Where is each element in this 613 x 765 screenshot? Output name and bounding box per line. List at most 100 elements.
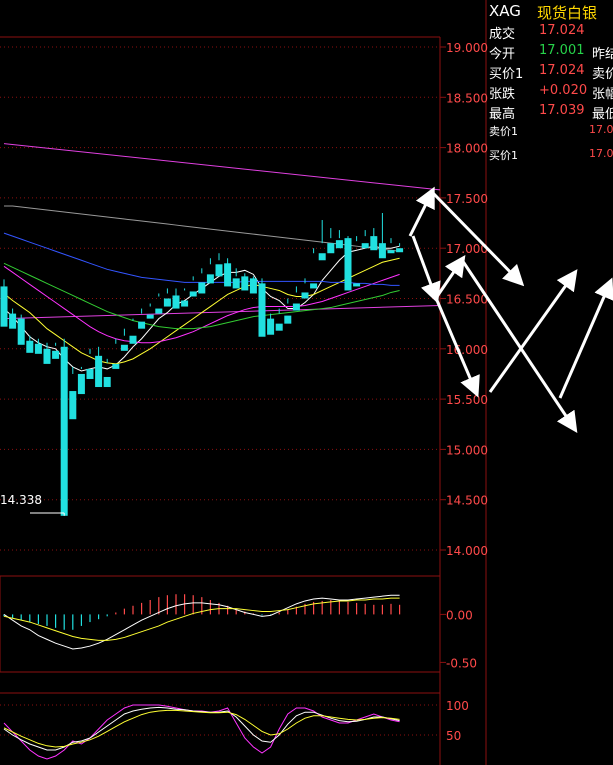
candle-body bbox=[172, 295, 180, 309]
quote-label2: 昨结 bbox=[592, 47, 613, 62]
candle bbox=[267, 313, 275, 335]
candle bbox=[138, 308, 146, 329]
candle-body bbox=[275, 323, 283, 331]
y-tick-label: 15.000 bbox=[446, 443, 488, 457]
candle-body bbox=[387, 250, 395, 254]
candle bbox=[310, 248, 318, 289]
candle-body bbox=[232, 278, 240, 289]
candle-body bbox=[353, 283, 361, 287]
quote-label: 成交 bbox=[489, 27, 516, 42]
instrument-name: 现货白银 bbox=[537, 4, 598, 22]
candle-body bbox=[189, 291, 197, 297]
quote-value: 17.001 bbox=[539, 43, 585, 58]
candle bbox=[86, 348, 94, 379]
min-price-label: 14.338 bbox=[0, 493, 42, 507]
macd-panel: 0.00 -0.50 bbox=[0, 575, 477, 673]
candle-body bbox=[284, 315, 292, 324]
trendline bbox=[3, 143, 441, 191]
candle-body bbox=[146, 314, 154, 319]
candle bbox=[52, 342, 60, 359]
ask-value: 17.0 bbox=[589, 123, 613, 136]
candle bbox=[181, 288, 189, 307]
candle-body bbox=[163, 298, 171, 307]
candle-body bbox=[95, 355, 103, 388]
candle-body bbox=[198, 282, 206, 294]
candle-body bbox=[249, 278, 257, 294]
candle bbox=[129, 318, 137, 344]
candle-body bbox=[17, 318, 25, 345]
candle bbox=[370, 228, 378, 251]
candle-body bbox=[258, 283, 266, 337]
candle-body bbox=[112, 363, 120, 369]
candle-body bbox=[69, 391, 77, 420]
kline-panel: 19.00018.50018.00017.50017.00016.50016.0… bbox=[0, 0, 488, 765]
candle bbox=[198, 268, 206, 294]
candle-body bbox=[26, 340, 34, 353]
candle-body bbox=[34, 343, 42, 354]
candle bbox=[146, 303, 154, 319]
candle bbox=[327, 228, 335, 254]
candle-body bbox=[292, 303, 300, 311]
quote-label2: 最低 bbox=[592, 107, 613, 122]
quote-value: 17.039 bbox=[539, 103, 585, 118]
candle bbox=[249, 276, 257, 294]
ma-line-ma20 bbox=[3, 265, 400, 344]
candle bbox=[224, 258, 232, 287]
bid-value: 17.0 bbox=[589, 147, 613, 160]
y-tick-label: 16.000 bbox=[446, 343, 488, 357]
candle-body bbox=[155, 308, 163, 314]
candle-body bbox=[86, 368, 94, 379]
candle bbox=[215, 253, 223, 277]
candle bbox=[241, 273, 249, 291]
y-tick-label: 16.500 bbox=[446, 293, 488, 307]
candle bbox=[318, 220, 326, 261]
candle-body bbox=[344, 238, 352, 291]
candle bbox=[60, 338, 68, 516]
candle-body bbox=[267, 318, 275, 335]
candle bbox=[206, 258, 214, 284]
candle-body bbox=[215, 264, 223, 277]
bid-label: 买价1 bbox=[489, 149, 518, 162]
kdj-line-0 bbox=[3, 704, 400, 760]
candle-body bbox=[129, 335, 137, 344]
candle bbox=[258, 278, 266, 337]
candle-body bbox=[138, 321, 146, 329]
y-tick-label: 14.000 bbox=[446, 544, 488, 558]
symbol: XAG bbox=[489, 2, 521, 20]
candle bbox=[163, 288, 171, 307]
candle-body bbox=[361, 243, 369, 249]
candle bbox=[17, 314, 25, 345]
candle bbox=[189, 276, 197, 297]
macd-frame bbox=[0, 575, 441, 673]
y-tick-label: 100 bbox=[446, 699, 469, 713]
y-tick-label: 50 bbox=[446, 729, 461, 743]
candle-body bbox=[206, 274, 214, 284]
candle-body bbox=[0, 286, 8, 327]
projection-arrow bbox=[408, 186, 435, 237]
candle-body bbox=[224, 263, 232, 287]
quote-value: 17.024 bbox=[539, 23, 585, 38]
y-tick-label: -0.50 bbox=[446, 656, 477, 670]
candle-body bbox=[241, 276, 249, 291]
y-tick-label: 14.500 bbox=[446, 494, 488, 508]
y-tick-label: 19.000 bbox=[446, 41, 488, 55]
candle-body bbox=[120, 344, 128, 351]
y-tick-label: 0.00 bbox=[446, 608, 473, 622]
ask-label: 卖价1 bbox=[489, 125, 518, 138]
quote-panel: XAG 现货白银 成交 17.024 今开 17.001 昨结 买价1 17.0… bbox=[487, 0, 613, 765]
candle-body bbox=[77, 373, 85, 395]
candle bbox=[155, 293, 163, 314]
candle bbox=[353, 236, 361, 287]
candle-body bbox=[60, 346, 68, 516]
quote-label2: 张幅 bbox=[592, 87, 613, 102]
candle-body bbox=[327, 243, 335, 254]
candle bbox=[172, 288, 180, 309]
quote-value: +0.020 bbox=[539, 83, 588, 98]
candle-body bbox=[43, 348, 51, 364]
candle bbox=[361, 230, 369, 249]
candle-body bbox=[335, 240, 343, 249]
candle bbox=[284, 298, 292, 324]
candle-body bbox=[370, 236, 378, 251]
quote-label: 张跌 bbox=[489, 87, 516, 102]
candle bbox=[0, 279, 8, 327]
